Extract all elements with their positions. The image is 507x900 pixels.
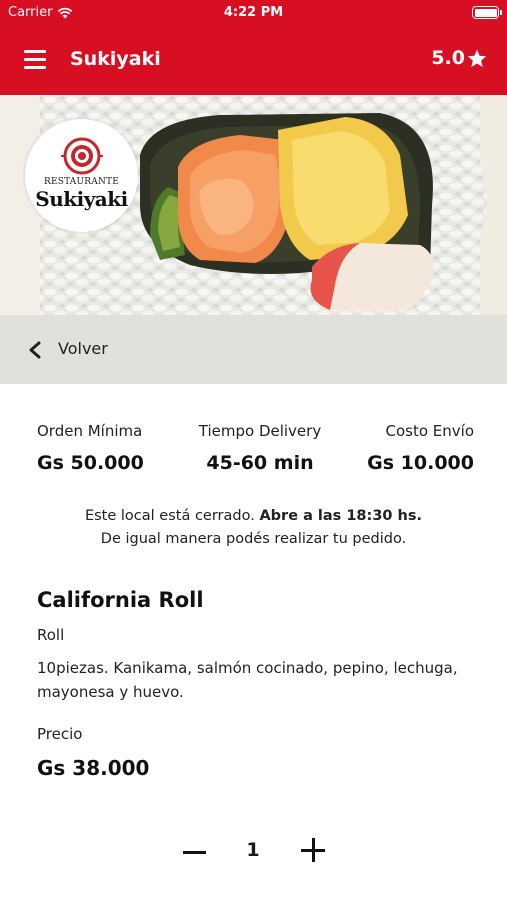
min-order-label: Orden Mínima [37, 422, 143, 440]
product-name: California Roll [37, 588, 204, 612]
delivery-time: Tiempo Delivery 45-60 min [180, 422, 340, 474]
order-anyway-text: De igual manera podés realizar tu pedido… [100, 531, 407, 547]
logo-line2: Sukiyaki [35, 187, 128, 211]
product-description: 10piezas. Kanikama, salmón cocinado, pep… [37, 659, 458, 701]
status-time: 4:22 PM [223, 5, 284, 20]
restaurant-logo: RESTAURANTE Sukiyaki [25, 119, 138, 232]
shipping-cost-label: Costo Envío [385, 422, 475, 440]
back-label: Volver [58, 339, 108, 358]
plus-icon[interactable] [298, 836, 328, 866]
opening-time: Abre a las 18:30 hs. [259, 508, 423, 524]
delivery-time-label: Tiempo Delivery [198, 422, 322, 440]
closed-text: Este local está cerrado. [84, 508, 255, 524]
back-button[interactable]: Volver [0, 315, 507, 384]
rating: 5.0 [431, 47, 487, 69]
shipping-cost: Costo Envío Gs 10.000 [352, 422, 474, 474]
hamburger-menu-icon[interactable] [24, 50, 48, 70]
page-title: Sukiyaki [70, 48, 161, 70]
quantity-stepper: 1 [0, 830, 507, 870]
star-icon [467, 49, 487, 67]
min-order-value: Gs 50.000 [37, 452, 144, 474]
price-label: Precio [37, 725, 83, 743]
price-value: Gs 38.000 [37, 756, 150, 780]
quantity-value: 1 [246, 839, 260, 861]
navbar: Sukiyaki 5.0 [0, 26, 507, 95]
min-order: Orden Mínima Gs 50.000 [37, 422, 165, 474]
rating-value: 5.0 [431, 47, 465, 69]
delivery-time-value: 45-60 min [206, 452, 314, 474]
closed-notice: Este local está cerrado. Abre a las 18:3… [0, 505, 507, 551]
restaurant-emblem-icon [61, 137, 103, 175]
battery-icon [472, 6, 502, 19]
logo-line1: RESTAURANTE [43, 177, 120, 187]
minus-icon[interactable] [179, 838, 209, 868]
shipping-cost-value: Gs 10.000 [367, 452, 474, 474]
product-category: Roll [37, 626, 65, 644]
status-bar: Carrier 4:22 PM [0, 0, 507, 26]
chevron-left-icon [29, 341, 41, 359]
